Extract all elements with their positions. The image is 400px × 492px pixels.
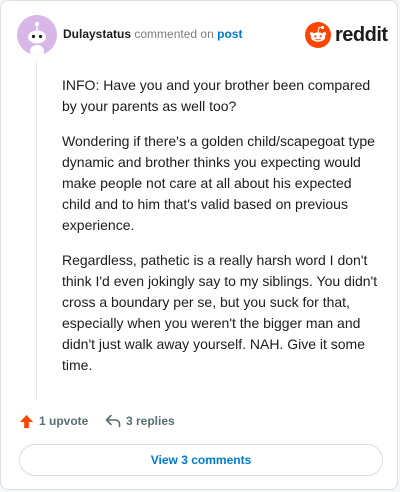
post-link[interactable]: post [217,27,242,41]
comment-meta: Dulaystatus commented on post [63,27,242,41]
comment-body: INFO: Have you and your brother been com… [62,75,380,390]
upvote-button[interactable]: 1 upvote [19,411,88,431]
comment-actions: 1 upvote 3 replies [19,411,379,431]
upvote-arrow-icon [19,414,34,428]
reddit-brand[interactable]: reddit [305,22,388,48]
action-text: commented on [134,27,214,41]
upvote-count: 1 upvote [39,414,89,428]
view-comments-button[interactable]: View 3 comments [19,444,383,476]
avatar[interactable] [17,15,57,55]
snoo-avatar-icon [28,21,46,55]
comment-paragraph: INFO: Have you and your brother been com… [62,77,371,114]
comment-card: Dulaystatus commented on post reddit INF… [0,0,398,490]
comment-paragraph: Wondering if there's a golden child/scap… [62,133,375,233]
username-link[interactable]: Dulaystatus [63,27,131,41]
replies-count: 3 replies [126,414,175,428]
reddit-logo-icon [305,22,331,48]
brand-wordmark: reddit [335,24,388,46]
comment-header: Dulaystatus commented on post reddit [17,15,388,55]
thread-line[interactable] [36,61,37,399]
reply-arrow-icon [105,414,121,428]
comment-paragraph: Regardless, pathetic is a really harsh w… [62,252,378,373]
replies-button[interactable]: 3 replies [105,411,175,431]
